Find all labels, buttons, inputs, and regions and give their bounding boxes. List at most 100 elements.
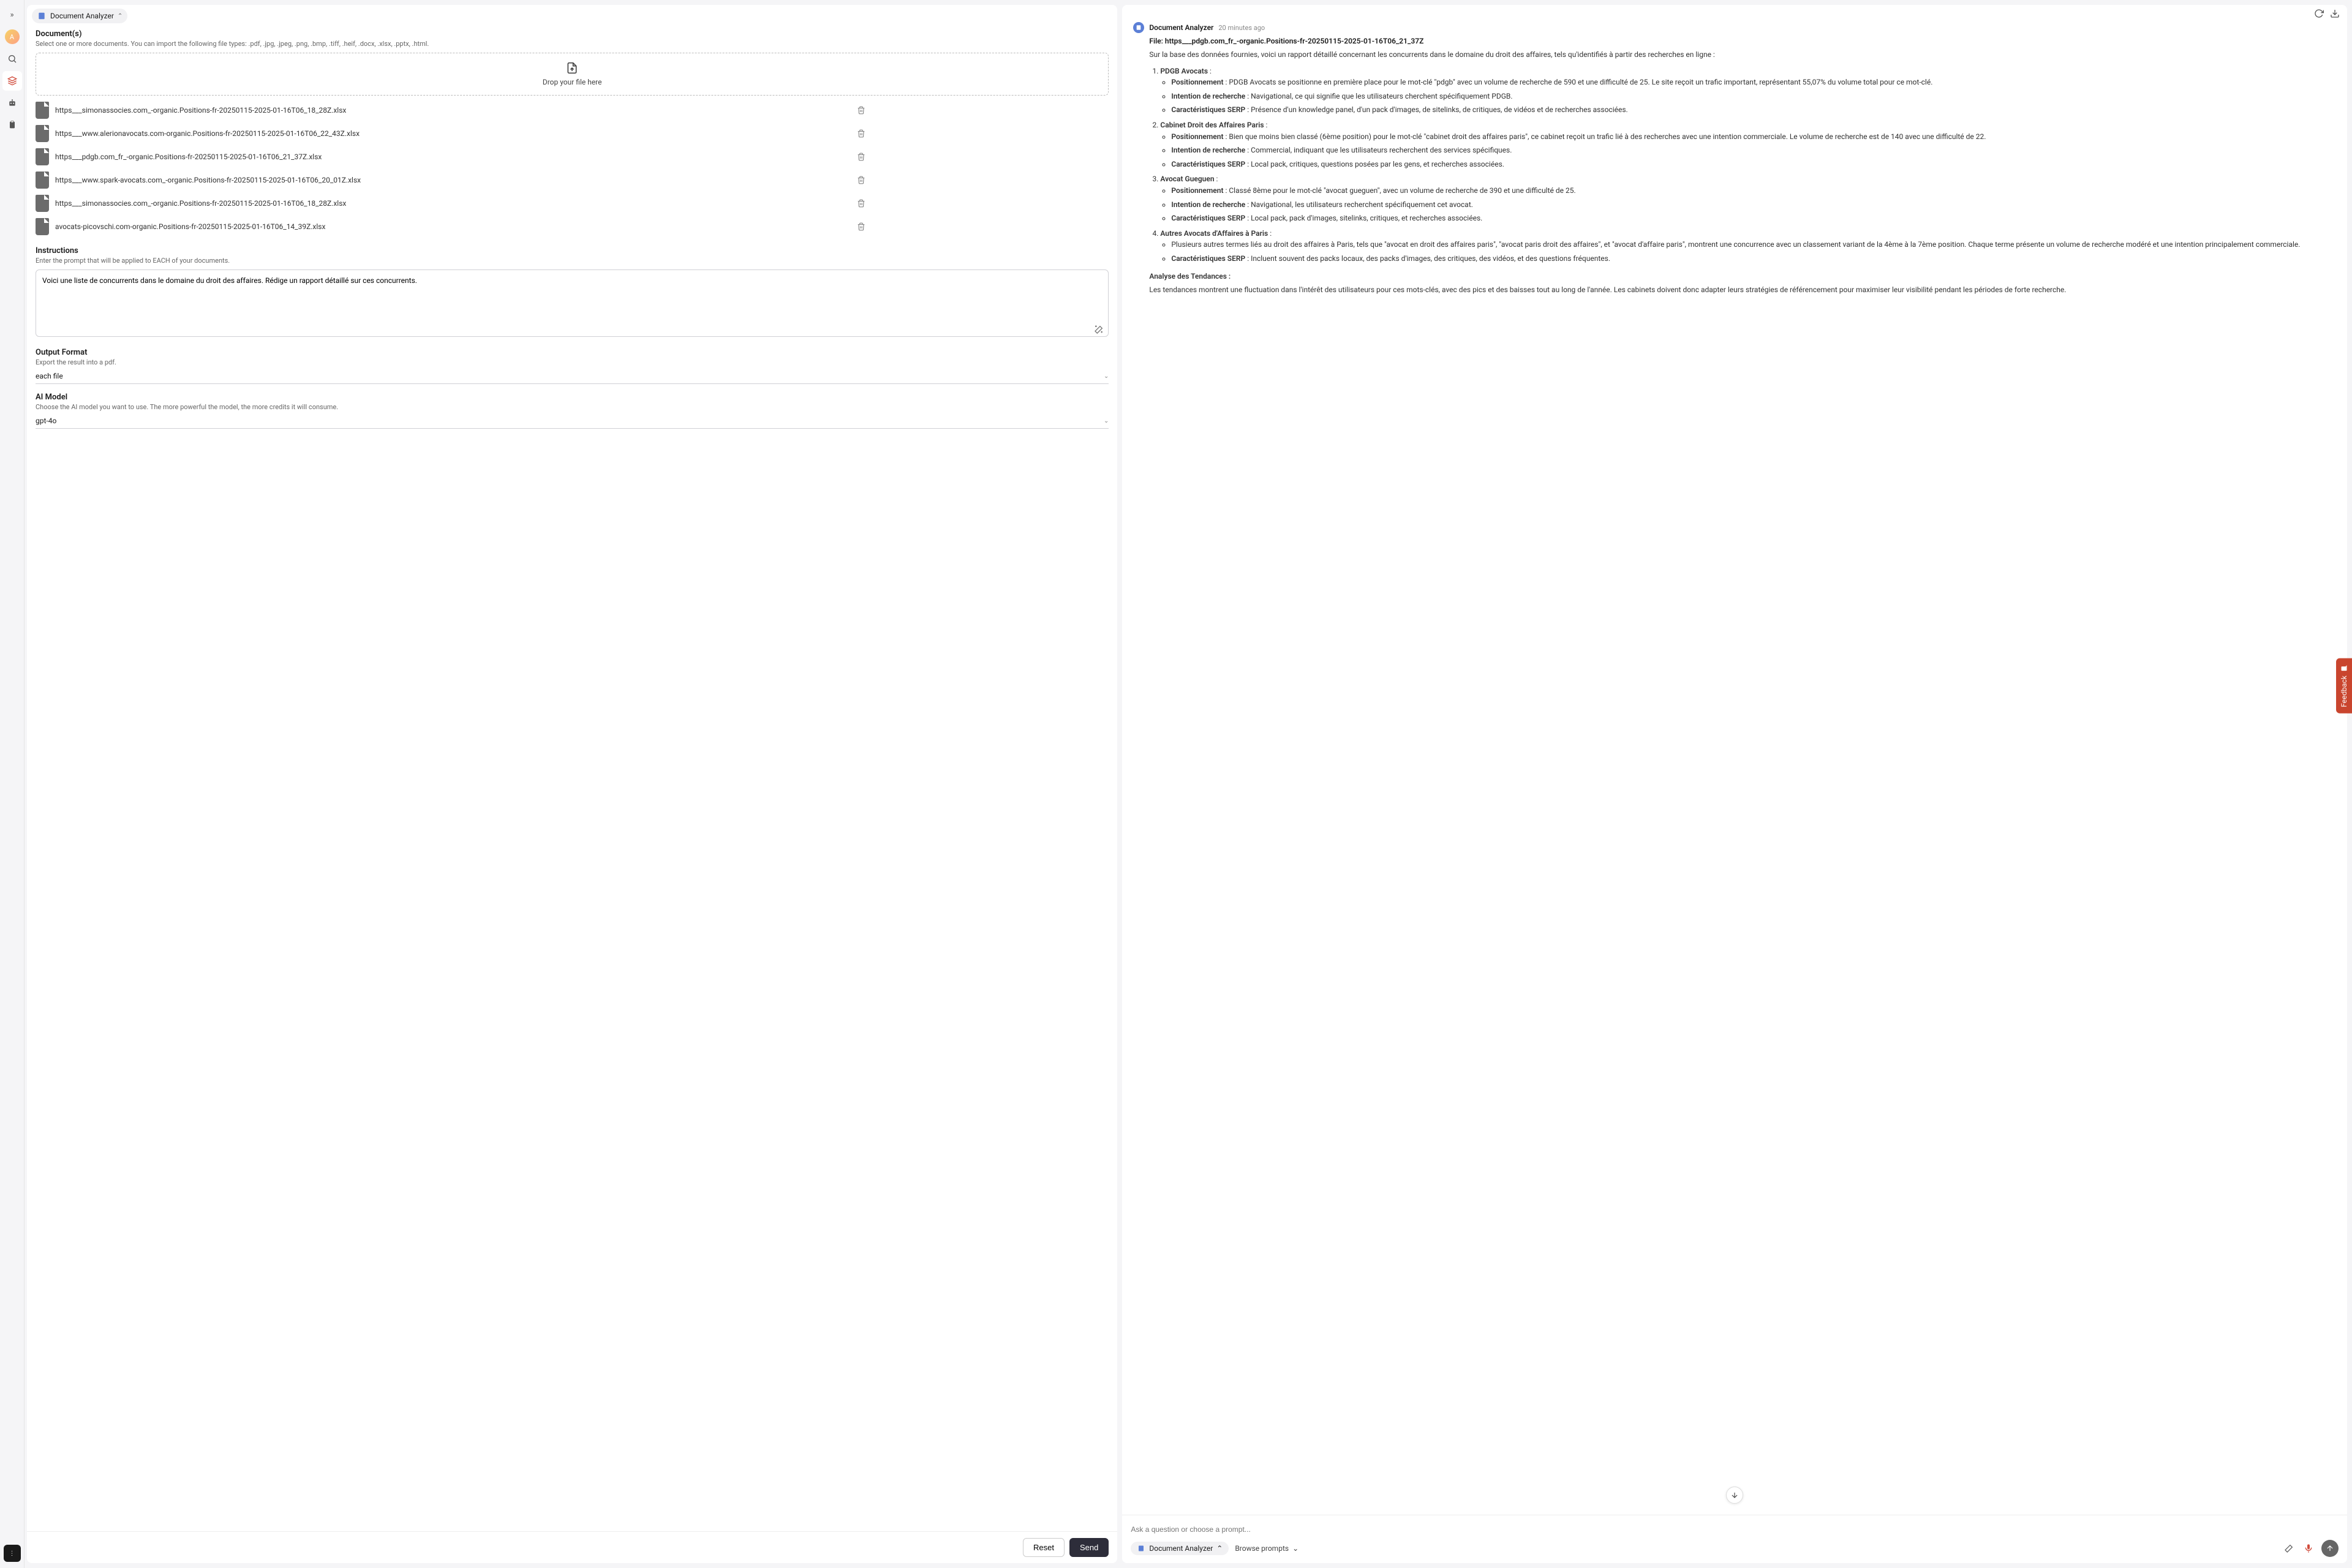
refresh-icon bbox=[2314, 9, 2324, 18]
trash-icon bbox=[857, 106, 865, 115]
app-chip[interactable]: Document Analyzer ⌃ bbox=[32, 9, 127, 23]
clipboard-icon bbox=[7, 120, 17, 130]
message-sender: Document Analyzer bbox=[1149, 23, 1213, 32]
trash-icon bbox=[857, 153, 865, 161]
instructions-title: Instructions bbox=[36, 246, 1109, 255]
documents-subtitle: Select one or more documents. You can im… bbox=[36, 40, 1109, 48]
message-file-line: File: https___pdgb.com_fr_-organic.Posit… bbox=[1149, 37, 2336, 45]
instructions-textarea[interactable] bbox=[36, 270, 1109, 337]
file-row: https___simonassocies.com_-organic.Posit… bbox=[36, 102, 1109, 119]
instructions-subtitle: Enter the prompt that will be applied to… bbox=[36, 257, 1109, 265]
browse-prompts-button[interactable]: Browse prompts ⌄ bbox=[1235, 1544, 1298, 1553]
file-icon bbox=[36, 218, 49, 235]
feedback-icon bbox=[2340, 665, 2348, 672]
output-format-value: each file bbox=[36, 372, 63, 380]
file-icon bbox=[36, 148, 49, 165]
report-bullet: Positionnement : Bien que moins bien cla… bbox=[1171, 131, 2336, 143]
chevron-down-icon: ⌄ bbox=[1104, 373, 1109, 380]
file-row: https___simonassocies.com_-organic.Posit… bbox=[36, 195, 1109, 212]
file-name: https___pdgb.com_fr_-organic.Positions-f… bbox=[55, 152, 850, 162]
trash-icon bbox=[857, 176, 865, 184]
document-icon bbox=[37, 11, 47, 21]
message-intro: Sur la base des données fournies, voici … bbox=[1149, 49, 2336, 61]
wand-icon bbox=[1094, 325, 1104, 334]
composer-chip-label: Document Analyzer bbox=[1149, 1544, 1213, 1553]
arrow-up-icon bbox=[2326, 1544, 2334, 1553]
file-icon bbox=[36, 172, 49, 189]
file-dropzone[interactable]: Drop your file here bbox=[36, 53, 1109, 96]
report-bullet: Positionnement : Classé 8ème pour le mot… bbox=[1171, 185, 2336, 197]
trends-title: Analyse des Tendances : bbox=[1149, 271, 2336, 282]
robot-icon bbox=[7, 98, 17, 108]
file-name: avocats-picovschi.com-organic.Positions-… bbox=[55, 222, 850, 232]
app-chip-label: Document Analyzer bbox=[50, 12, 114, 20]
download-button[interactable] bbox=[2330, 9, 2340, 18]
bot-avatar-icon bbox=[1133, 22, 1144, 33]
dropzone-label: Drop your file here bbox=[543, 78, 602, 86]
delete-file-button[interactable] bbox=[856, 198, 867, 209]
magic-wand-button[interactable] bbox=[1094, 325, 1104, 334]
chevron-down-icon: ⌄ bbox=[1292, 1544, 1298, 1553]
delete-file-button[interactable] bbox=[856, 175, 867, 186]
trash-icon bbox=[857, 199, 865, 208]
send-button[interactable]: Send bbox=[1069, 1538, 1109, 1557]
search-icon bbox=[7, 54, 17, 64]
microphone-button[interactable] bbox=[2302, 1542, 2315, 1555]
refresh-button[interactable] bbox=[2314, 9, 2324, 18]
avatar-button[interactable]: A bbox=[2, 27, 22, 47]
file-name: https___www.spark-avocats.com_-organic.P… bbox=[55, 175, 850, 185]
report-bullet: Intention de recherche : Navigational, c… bbox=[1171, 91, 2336, 102]
file-row: https___pdgb.com_fr_-organic.Positions-f… bbox=[36, 148, 1109, 165]
scroll-down-button[interactable] bbox=[1726, 1487, 1743, 1504]
document-icon bbox=[1137, 1544, 1145, 1553]
wand-icon bbox=[2284, 1544, 2294, 1553]
report-item: Autres Avocats d'Affaires à Paris :Plusi… bbox=[1160, 228, 2336, 265]
nav-item-current[interactable] bbox=[2, 71, 22, 91]
rail-bottom-widget[interactable]: ⋮ bbox=[4, 1545, 21, 1562]
file-icon bbox=[36, 125, 49, 142]
report-item: Cabinet Droit des Affaires Paris :Positi… bbox=[1160, 119, 2336, 170]
chat-pane: Document Analyzer 20 minutes ago File: h… bbox=[1122, 5, 2347, 1563]
ask-input[interactable] bbox=[1131, 1521, 2339, 1540]
output-format-subtitle: Export the result into a pdf. bbox=[36, 358, 1109, 366]
reset-button[interactable]: Reset bbox=[1023, 1538, 1065, 1557]
message-body: Sur la base des données fournies, voici … bbox=[1149, 49, 2336, 296]
report-bullet: Intention de recherche : Commercial, ind… bbox=[1171, 145, 2336, 156]
send-message-button[interactable] bbox=[2321, 1540, 2339, 1557]
report-bullet: Caractéristiques SERP : Incluent souvent… bbox=[1171, 253, 2336, 265]
report-bullet: Positionnement : PDGB Avocats se positio… bbox=[1171, 77, 2336, 88]
delete-file-button[interactable] bbox=[856, 128, 867, 139]
file-row: avocats-picovschi.com-organic.Positions-… bbox=[36, 218, 1109, 235]
ai-model-title: AI Model bbox=[36, 393, 1109, 402]
arrow-down-icon bbox=[1730, 1491, 1739, 1499]
delete-file-button[interactable] bbox=[856, 105, 867, 116]
documents-title: Document(s) bbox=[36, 29, 1109, 39]
ai-model-value: gpt-4o bbox=[36, 417, 56, 425]
wand-button[interactable] bbox=[2282, 1542, 2296, 1555]
file-name: https___simonassocies.com_-organic.Posit… bbox=[55, 198, 850, 208]
download-icon bbox=[2330, 9, 2340, 18]
report-bullet: Plusieurs autres termes liés au droit de… bbox=[1171, 239, 2336, 251]
delete-file-button[interactable] bbox=[856, 221, 867, 232]
expand-rail-button[interactable]: » bbox=[2, 5, 22, 24]
upload-icon bbox=[566, 62, 578, 74]
search-button[interactable] bbox=[2, 49, 22, 69]
report-bullet: Intention de recherche : Navigational, l… bbox=[1171, 199, 2336, 211]
feedback-label: Feedback bbox=[2340, 676, 2348, 707]
file-name: https___simonassocies.com_-organic.Posit… bbox=[55, 105, 850, 115]
microphone-icon bbox=[2304, 1544, 2313, 1553]
file-row: https___www.spark-avocats.com_-organic.P… bbox=[36, 172, 1109, 189]
delete-file-button[interactable] bbox=[856, 151, 867, 162]
nav-item-clipboard[interactable] bbox=[2, 115, 22, 135]
browse-prompts-label: Browse prompts bbox=[1235, 1544, 1289, 1553]
config-pane: Document Analyzer ⌃ Document(s) Select o… bbox=[27, 5, 1117, 1563]
file-icon bbox=[36, 195, 49, 212]
output-format-select[interactable]: each file ⌄ bbox=[36, 370, 1109, 384]
report-bullet: Caractéristiques SERP : Local pack, crit… bbox=[1171, 159, 2336, 170]
nav-item-robot[interactable] bbox=[2, 93, 22, 113]
composer-app-chip[interactable]: Document Analyzer ⌃ bbox=[1131, 1542, 1229, 1555]
feedback-tab[interactable]: Feedback bbox=[2336, 658, 2352, 714]
ai-model-subtitle: Choose the AI model you want to use. The… bbox=[36, 403, 1109, 411]
ai-model-select[interactable]: gpt-4o ⌄ bbox=[36, 415, 1109, 429]
file-row: https___www.alerionavocats.com-organic.P… bbox=[36, 125, 1109, 142]
